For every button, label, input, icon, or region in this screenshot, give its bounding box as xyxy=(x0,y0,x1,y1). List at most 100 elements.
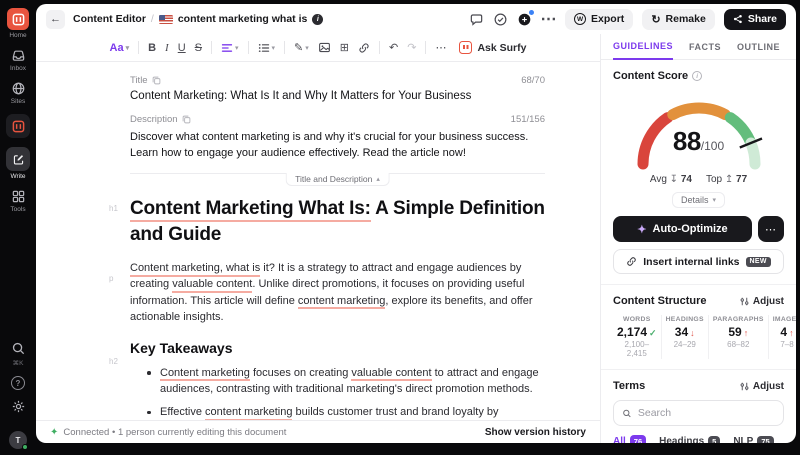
terms-search[interactable] xyxy=(613,400,784,426)
article-h1[interactable]: Content Marketing What Is: A Simple Defi… xyxy=(130,196,545,248)
terms-tab-nlp[interactable]: NLP75 xyxy=(733,435,773,443)
title-description-divider: Title and Description▴ xyxy=(130,173,545,187)
optimize-more-button[interactable]: ⋯ xyxy=(758,216,784,242)
breadcrumb-root[interactable]: Content Editor xyxy=(73,13,146,25)
export-label: Export xyxy=(591,13,624,25)
user-avatar[interactable]: T xyxy=(9,431,27,449)
top-score: 77 xyxy=(736,174,747,185)
terms-search-input[interactable] xyxy=(638,407,775,419)
terms-tab-headings[interactable]: Headings5 xyxy=(659,435,720,443)
terms-tab-all[interactable]: All76 xyxy=(613,435,646,443)
titlebar: ← Content Editor / content marketing wha… xyxy=(36,4,796,34)
more-menu-icon[interactable]: ⋯ xyxy=(541,12,556,27)
italic-button[interactable]: I xyxy=(165,42,169,54)
copy-icon[interactable] xyxy=(182,115,191,124)
sidebar-item-tools[interactable]: Tools xyxy=(10,189,25,213)
settings-button[interactable] xyxy=(11,399,26,414)
ask-surfy-label: Ask Surfy xyxy=(477,42,526,54)
global-search-button[interactable]: ⌘K xyxy=(11,341,26,367)
tab-guidelines[interactable]: GUIDELINES xyxy=(613,41,673,60)
document-body[interactable]: Title 68/70 Content Marketing: What Is I… xyxy=(36,62,600,420)
score-max: /100 xyxy=(701,139,724,153)
sidebar-item-surfer-app[interactable] xyxy=(6,114,30,138)
list-button[interactable]: ▾ xyxy=(258,42,276,54)
info-icon[interactable]: i xyxy=(692,71,702,81)
connection-status: Connected • 1 person currently editing t… xyxy=(63,427,286,438)
description-input[interactable]: Discover what content marketing is and w… xyxy=(130,129,545,161)
pen-button[interactable]: ✎▾ xyxy=(294,41,309,54)
tab-outline[interactable]: OUTLINE xyxy=(737,42,780,59)
align-button[interactable]: ▾ xyxy=(221,42,239,54)
help-icon: ? xyxy=(11,376,25,390)
terms-adjust-button[interactable]: Adjust xyxy=(740,381,784,392)
structure-stat-images: IMAGES4↑7–8 xyxy=(768,315,796,359)
breadcrumb-separator: / xyxy=(151,13,154,25)
text-style-button[interactable]: Aa▾ xyxy=(110,42,130,54)
sparkle-icon: ✦ xyxy=(637,223,646,236)
toolbar-more-button[interactable]: ⋯ xyxy=(435,41,446,54)
online-status-dot xyxy=(22,444,28,450)
tab-facts[interactable]: FACTS xyxy=(689,42,721,59)
editor-column: Aa▾ B I U S ▾ ▾ ✎▾ ⊞ xyxy=(36,34,600,443)
share-button[interactable]: Share xyxy=(724,9,786,30)
link-button[interactable] xyxy=(358,42,370,54)
comments-icon[interactable] xyxy=(469,12,484,27)
undo-button[interactable]: ↶ xyxy=(389,41,398,54)
structure-adjust-button[interactable]: Adjust xyxy=(740,296,784,307)
link-icon xyxy=(358,42,370,54)
image-button[interactable] xyxy=(318,41,331,54)
copy-icon[interactable] xyxy=(152,76,161,85)
bold-button[interactable]: B xyxy=(148,42,156,54)
insert-internal-links-button[interactable]: Insert internal links NEW xyxy=(613,249,784,274)
takeaway-item[interactable]: Effective content marketing builds custo… xyxy=(130,404,545,420)
title-field[interactable]: Title 68/70 Content Marketing: What Is I… xyxy=(130,74,545,102)
remake-button[interactable]: ↻ Remake xyxy=(642,9,715,30)
auto-optimize-label: Auto-Optimize xyxy=(653,223,728,235)
collapse-title-description-button[interactable]: Title and Description▴ xyxy=(285,173,390,186)
show-version-history-button[interactable]: Show version history xyxy=(485,427,586,438)
check-circle-icon[interactable] xyxy=(493,12,508,27)
sidebar-label-tools: Tools xyxy=(10,206,25,213)
title-input[interactable]: Content Marketing: What Is It and Why It… xyxy=(130,90,545,102)
strikethrough-button[interactable]: S xyxy=(195,42,202,54)
panel-content: Content Score i 88/100 xyxy=(601,60,796,443)
sidebar-item-inbox[interactable]: Inbox xyxy=(10,48,26,72)
align-icon xyxy=(221,42,233,54)
auto-optimize-button[interactable]: ✦ Auto-Optimize xyxy=(613,216,752,242)
document-title[interactable]: content marketing what is xyxy=(178,13,308,25)
help-button[interactable]: ? xyxy=(11,376,25,390)
paragraph-block[interactable]: p Content marketing, what is it? It is a… xyxy=(130,260,545,326)
formatting-toolbar: Aa▾ B I U S ▾ ▾ ✎▾ ⊞ xyxy=(36,34,600,62)
takeaway-item[interactable]: Content marketing focuses on creating va… xyxy=(130,365,545,398)
sidebar-item-home[interactable]: Home xyxy=(7,8,29,39)
h1-block[interactable]: h1 Content Marketing What Is: A Simple D… xyxy=(130,196,545,248)
article-paragraph[interactable]: Content marketing, what is it? It is a s… xyxy=(130,260,545,326)
description-field[interactable]: Description 151/156 Discover what conten… xyxy=(130,113,545,161)
notification-dot xyxy=(529,10,534,15)
key-takeaways-heading[interactable]: Key Takeaways xyxy=(130,340,545,356)
sidebar-item-write[interactable]: Write xyxy=(6,147,30,180)
avg-score: 74 xyxy=(681,174,692,185)
ask-surfy-button[interactable]: Ask Surfy xyxy=(459,41,526,54)
assistant-icon[interactable] xyxy=(517,12,532,27)
back-button[interactable]: ← xyxy=(46,10,65,29)
underline-button[interactable]: U xyxy=(178,42,186,54)
sidebar-label-home: Home xyxy=(9,32,26,39)
details-button[interactable]: Details▾ xyxy=(672,192,725,208)
write-icon xyxy=(6,147,30,171)
sidebar-label-sites: Sites xyxy=(11,98,25,105)
editor-statusbar: ✦ Connected • 1 person currently editing… xyxy=(36,420,600,443)
redo-button[interactable]: ↷ xyxy=(407,41,416,54)
export-button[interactable]: W Export xyxy=(565,9,633,30)
new-badge: NEW xyxy=(746,257,771,267)
breadcrumb: Content Editor / content marketing what … xyxy=(73,13,323,25)
table-button[interactable]: ⊞ xyxy=(340,41,349,54)
title-counter: 68/70 xyxy=(521,75,545,86)
structure-stat-words: WORDS2,174✓2,100–2,415 xyxy=(613,315,661,359)
doc-info-icon[interactable]: i xyxy=(312,14,323,25)
main-window: ← Content Editor / content marketing wha… xyxy=(36,4,796,443)
us-flag-icon xyxy=(159,15,173,24)
sidebar-item-sites[interactable]: Sites xyxy=(11,81,26,105)
sidebar-label-write: Write xyxy=(10,173,25,180)
h2-takeaways-block[interactable]: h2 Key Takeaways xyxy=(130,340,545,356)
